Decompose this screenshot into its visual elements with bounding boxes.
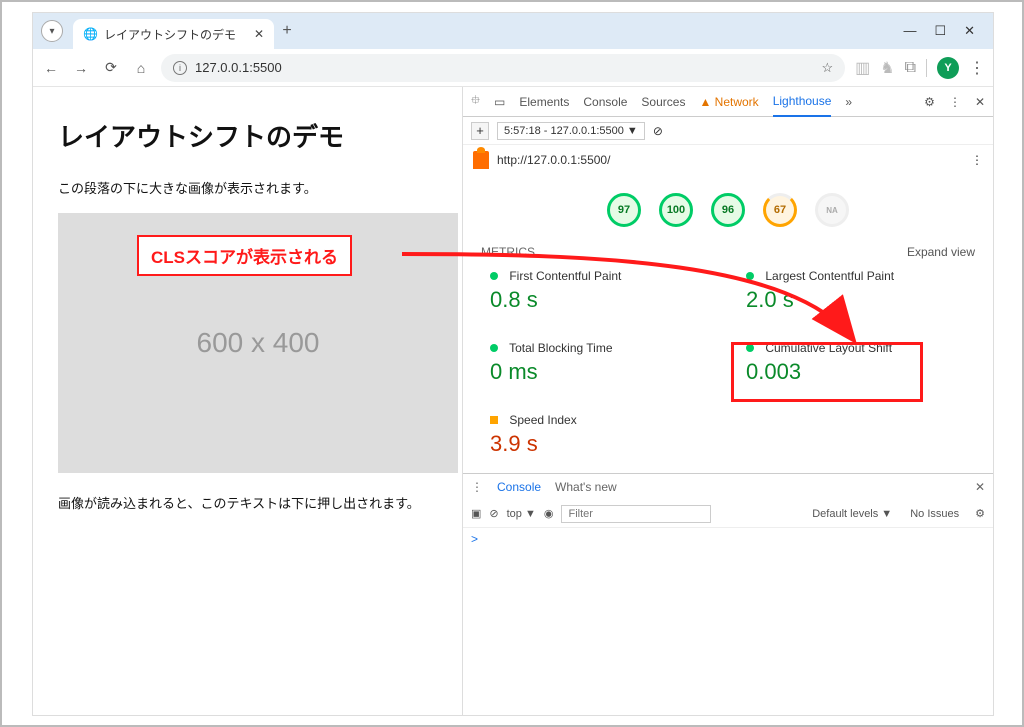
clear-console-icon[interactable]: ⊘ xyxy=(489,507,498,520)
sidebar-toggle-icon[interactable]: ▣ xyxy=(471,507,481,520)
eye-icon[interactable]: ◉ xyxy=(544,507,554,520)
drawer-menu-icon[interactable]: ⋮ xyxy=(471,480,483,494)
inspect-icon[interactable]: ⯐ xyxy=(471,91,480,112)
clear-icon[interactable]: ⊘ xyxy=(653,124,663,138)
page-paragraph: 画像が読み込まれると、このテキストは下に押し出されます。 xyxy=(58,493,437,512)
kebab-menu-icon[interactable]: ⋮ xyxy=(971,153,983,167)
tab-search-button[interactable]: ▾ xyxy=(41,20,63,42)
tabs-overflow[interactable]: » xyxy=(845,95,852,109)
tab-console[interactable]: Console xyxy=(583,95,627,109)
metric-tbt[interactable]: Total Blocking Time 0 ms xyxy=(477,341,723,385)
accessibility-gauge[interactable]: 100 xyxy=(659,193,693,227)
device-toggle-icon[interactable]: ▭ xyxy=(494,95,505,109)
divider xyxy=(926,59,927,77)
extensions-menu-icon[interactable]: ⧉ xyxy=(905,59,916,77)
page-paragraph: この段落の下に大きな画像が表示されます。 xyxy=(58,178,437,197)
page-viewport: レイアウトシフトのデモ この段落の下に大きな画像が表示されます。 600 x 4… xyxy=(33,87,463,715)
back-icon[interactable]: ← xyxy=(41,60,61,76)
pwa-gauge[interactable]: NA xyxy=(815,193,849,227)
drawer-tab-console[interactable]: Console xyxy=(497,480,541,494)
globe-icon: 🌐 xyxy=(83,27,98,41)
metric-si[interactable]: Speed Index 3.9 s xyxy=(477,413,723,457)
maximize-icon[interactable]: ☐ xyxy=(934,23,946,39)
tab-sources[interactable]: Sources xyxy=(641,95,685,109)
tab-elements[interactable]: Elements xyxy=(519,95,569,109)
log-levels-selector[interactable]: Default levels ▼ xyxy=(812,508,892,520)
annotation-label: CLSスコアが表示される xyxy=(137,235,352,276)
browser-tab-strip: ▾ 🌐 レイアウトシフトのデモ ✕ + — ☐ ✕ xyxy=(33,13,993,49)
metric-fcp[interactable]: First Contentful Paint 0.8 s xyxy=(477,269,723,313)
kebab-menu-icon[interactable]: ⋮ xyxy=(949,95,961,109)
extension-icon[interactable]: ♞ xyxy=(880,58,894,78)
url-text: 127.0.0.1:5500 xyxy=(195,60,282,75)
seo-gauge[interactable]: 67 xyxy=(763,193,797,227)
status-dot-icon xyxy=(490,272,498,280)
minimize-icon[interactable]: — xyxy=(903,23,916,39)
gear-icon[interactable]: ⚙ xyxy=(924,95,935,109)
site-info-icon[interactable]: i xyxy=(173,61,187,75)
close-icon[interactable]: ✕ xyxy=(975,95,985,109)
kebab-menu-icon[interactable]: ⋮ xyxy=(969,58,985,78)
annotation-highlight-box xyxy=(731,342,923,402)
close-drawer-icon[interactable]: ✕ xyxy=(975,480,985,494)
metrics-heading: METRICS xyxy=(481,245,535,259)
devtools-drawer: ⋮ Console What's new ✕ ▣ ⊘ top ▼ ◉ Defau… xyxy=(463,473,993,550)
console-prompt[interactable]: > xyxy=(471,532,478,546)
bookmark-icon[interactable]: ☆ xyxy=(821,60,833,76)
home-icon[interactable]: ⌂ xyxy=(131,60,151,76)
status-dot-icon xyxy=(490,416,498,424)
gear-icon[interactable]: ⚙ xyxy=(975,507,985,520)
lighthouse-report-header: http://127.0.0.1:5500/ ⋮ xyxy=(463,145,993,175)
no-issues-label[interactable]: No Issues xyxy=(910,508,959,520)
tab-lighthouse[interactable]: Lighthouse xyxy=(773,87,832,117)
tab-network[interactable]: ▲ Network xyxy=(699,95,758,109)
extension-icon[interactable]: ▥ xyxy=(855,58,870,78)
score-gauges: 97 100 96 67 NA xyxy=(463,175,993,245)
placeholder-size-label: 600 x 400 xyxy=(197,327,320,359)
tab-title: レイアウトシフトのデモ xyxy=(104,26,236,43)
profile-avatar[interactable]: Y xyxy=(937,57,959,79)
drawer-tab-whatsnew[interactable]: What's new xyxy=(555,480,617,494)
close-window-icon[interactable]: ✕ xyxy=(964,23,975,39)
report-url: http://127.0.0.1:5500/ xyxy=(497,153,610,167)
new-report-button[interactable]: + xyxy=(471,122,489,140)
close-tab-icon[interactable]: ✕ xyxy=(254,27,264,41)
new-tab-button[interactable]: + xyxy=(274,22,300,40)
status-dot-icon xyxy=(746,272,754,280)
devtools-tabs: ⯐ ▭ Elements Console Sources ▲ Network L… xyxy=(463,87,993,117)
forward-icon[interactable]: → xyxy=(71,60,91,76)
metric-lcp[interactable]: Largest Contentful Paint 2.0 s xyxy=(733,269,979,313)
browser-tab[interactable]: 🌐 レイアウトシフトのデモ ✕ xyxy=(73,19,274,49)
reload-icon[interactable]: ⟳ xyxy=(101,59,121,76)
lighthouse-toolbar: + 5:57:18 - 127.0.0.1:5500 ▼ ⊘ xyxy=(463,117,993,145)
context-selector[interactable]: top ▼ xyxy=(507,508,536,520)
status-dot-icon xyxy=(490,344,498,352)
address-bar: ← → ⟳ ⌂ i 127.0.0.1:5500 ☆ ▥ ♞ ⧉ Y ⋮ xyxy=(33,49,993,87)
performance-gauge[interactable]: 97 xyxy=(607,193,641,227)
page-title: レイアウトシフトのデモ xyxy=(58,117,437,154)
best-practices-gauge[interactable]: 96 xyxy=(711,193,745,227)
omnibox[interactable]: i 127.0.0.1:5500 ☆ xyxy=(161,54,845,82)
expand-view-link[interactable]: Expand view xyxy=(907,245,975,259)
lighthouse-icon xyxy=(473,151,489,169)
report-selector[interactable]: 5:57:18 - 127.0.0.1:5500 ▼ xyxy=(497,122,645,140)
console-filter-input[interactable] xyxy=(561,505,711,523)
